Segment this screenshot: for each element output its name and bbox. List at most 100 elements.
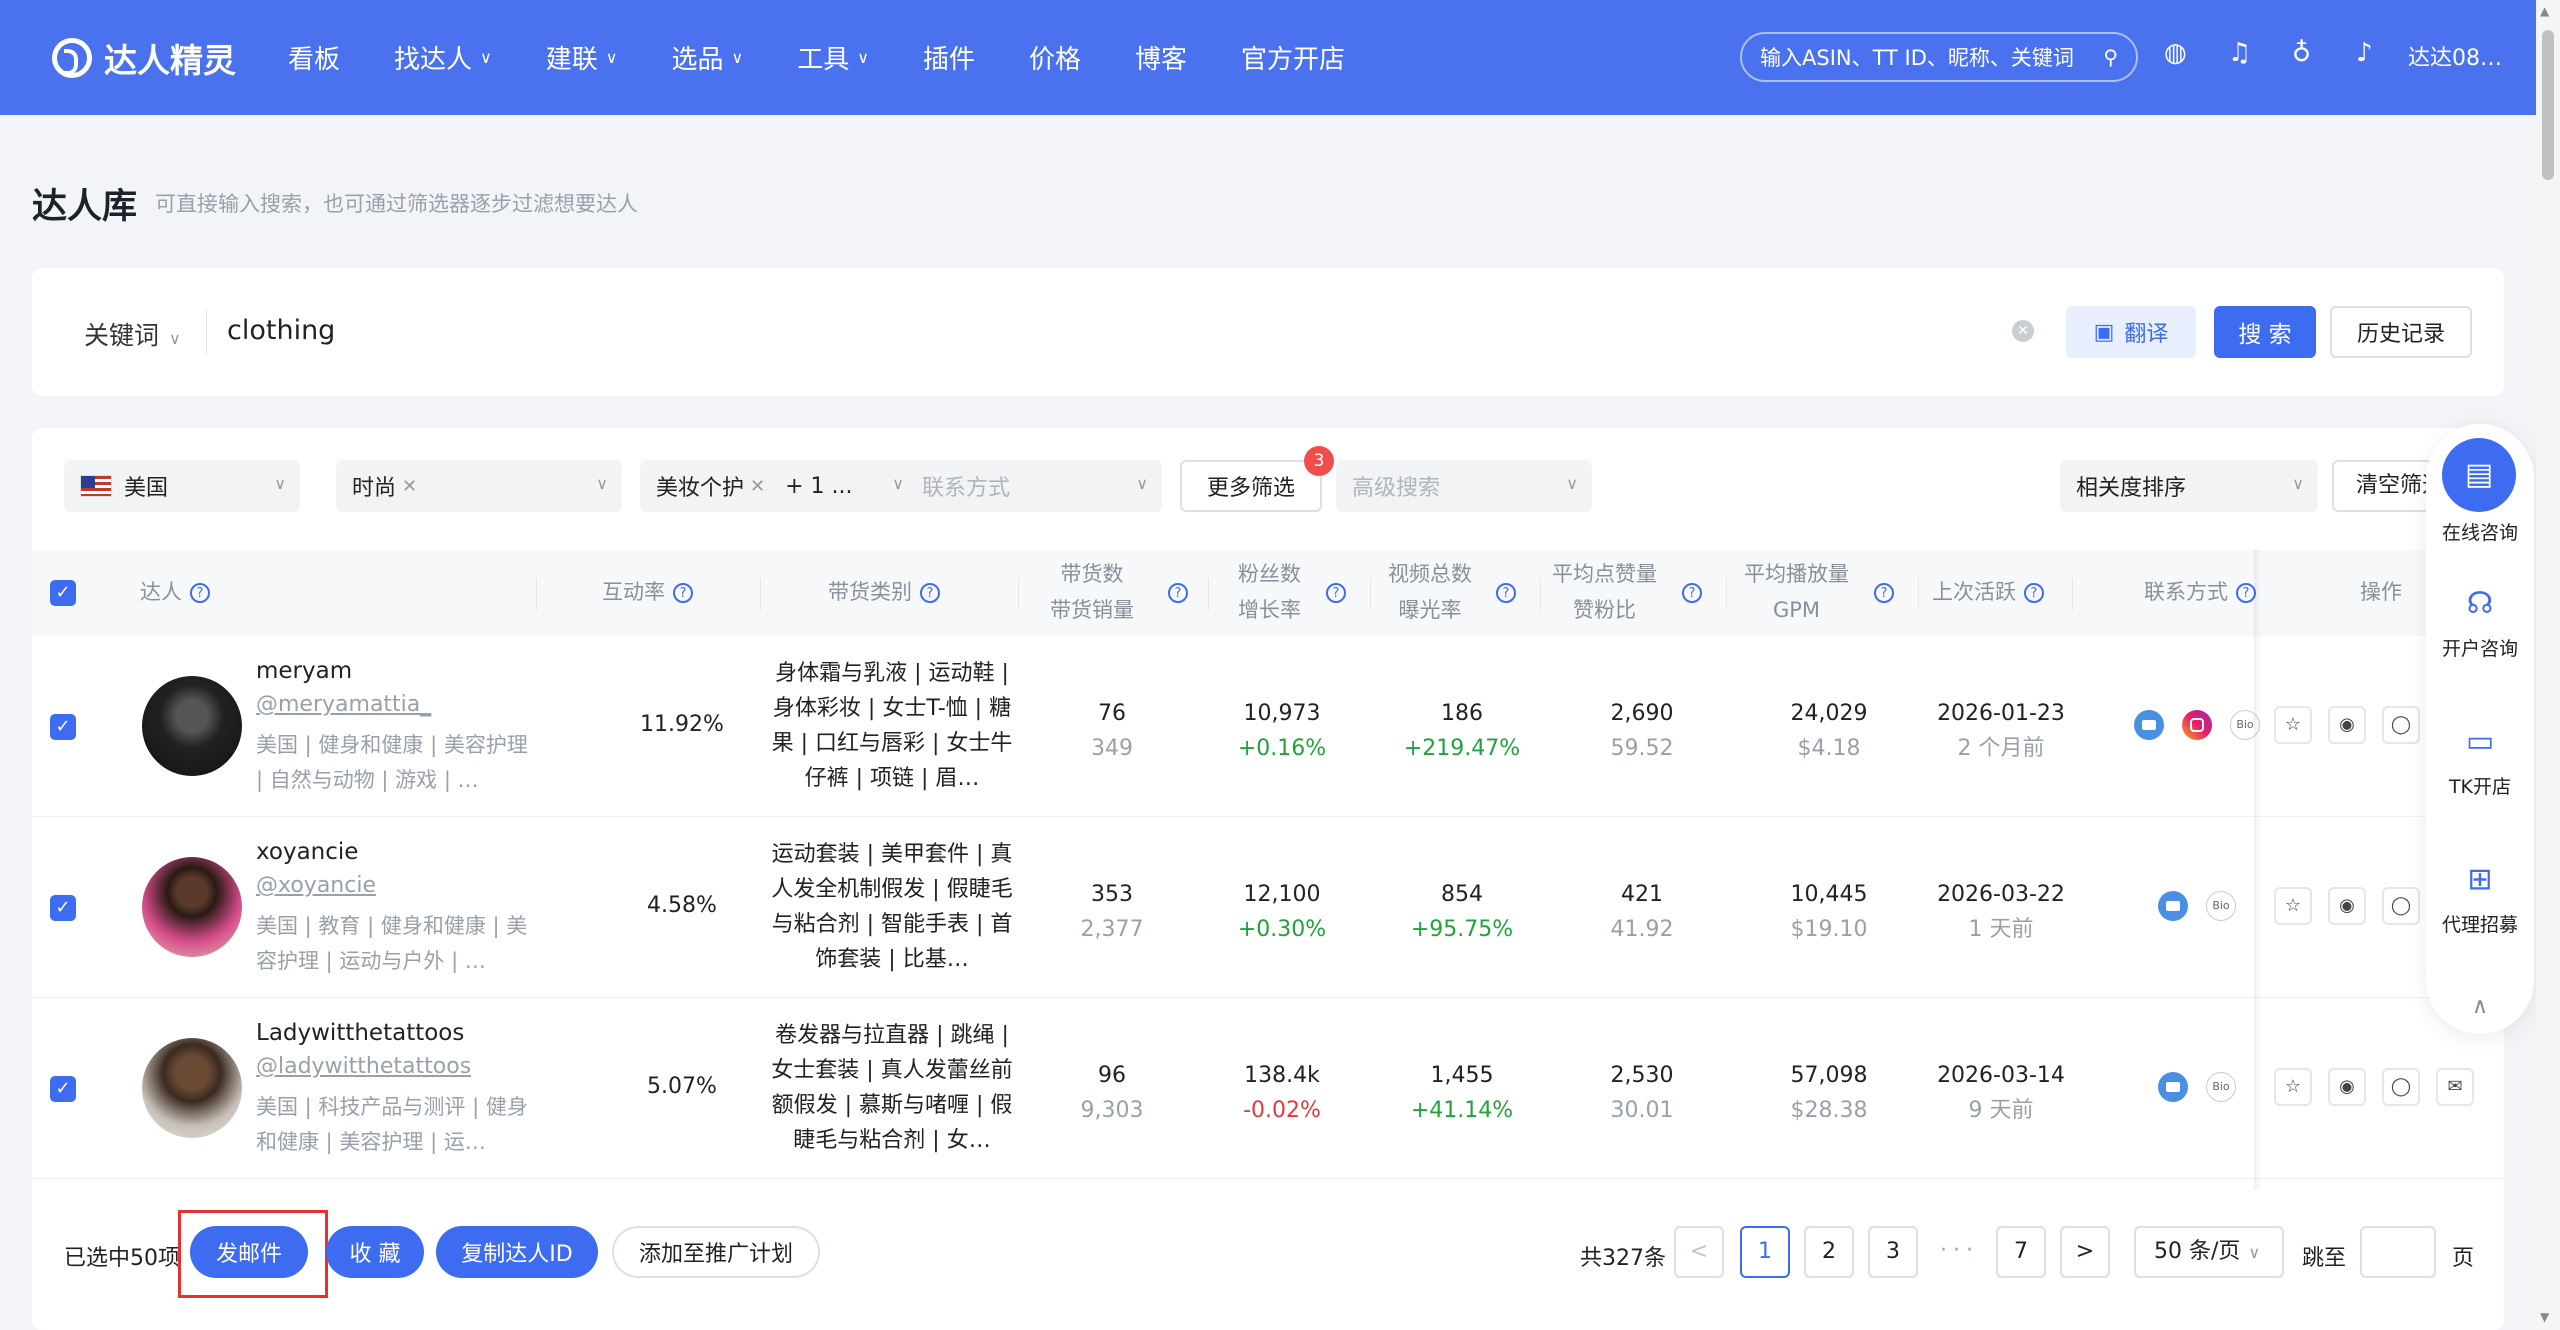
help-icon[interactable]: ?: [920, 583, 940, 603]
table-row[interactable]: ✓ meryam @meryamattia_ 美国 | 健身和健康 | 美容护理…: [32, 636, 2504, 817]
country-filter[interactable]: 美国 ∨: [64, 460, 300, 512]
col-avg-likes[interactable]: 平均点赞量 赞粉比: [1552, 556, 1657, 628]
bio-icon[interactable]: Bio: [2206, 1072, 2236, 1102]
kol-handle[interactable]: @ladywitthetattoos: [256, 1054, 471, 1079]
help-icon[interactable]: ?: [1496, 583, 1516, 603]
favorite-button[interactable]: 收 藏: [326, 1226, 424, 1278]
contact-filter[interactable]: 联系方式 ∨: [906, 460, 1162, 512]
kol-handle[interactable]: @meryamattia_: [256, 692, 431, 717]
add-to-plan-button[interactable]: 添加至推广计划: [612, 1226, 820, 1278]
nav-item-tools[interactable]: 工具 ∨: [797, 39, 869, 76]
eye-icon[interactable]: ◉: [2328, 887, 2366, 925]
help-icon[interactable]: ?: [1326, 583, 1346, 603]
category-filter[interactable]: 时尚 ✕ ∨: [336, 460, 622, 512]
chat-icon[interactable]: ▤: [2442, 438, 2516, 512]
scroll-thumb[interactable]: [2542, 30, 2554, 180]
page-1-button[interactable]: 1: [1740, 1226, 1790, 1278]
user-menu[interactable]: 达达08…: [2408, 40, 2502, 72]
chevron-up-icon[interactable]: ∧: [2426, 994, 2534, 1019]
kol-handle[interactable]: @xoyancie: [256, 873, 376, 898]
row-checkbox[interactable]: ✓: [50, 714, 76, 740]
col-videos[interactable]: 视频总数 曝光率: [1388, 556, 1472, 628]
page-3-button[interactable]: 3: [1868, 1226, 1918, 1278]
scroll-up-arrow[interactable]: ▲: [2540, 4, 2549, 18]
agent-recruit-button[interactable]: ⊞ 代理招募: [2426, 860, 2534, 937]
remove-tag-icon[interactable]: ✕: [750, 476, 765, 497]
page-2-button[interactable]: 2: [1804, 1226, 1854, 1278]
col-kol[interactable]: 达人?: [140, 574, 210, 610]
message-icon[interactable]: ◯: [2382, 706, 2420, 744]
col-last-active[interactable]: 上次活跃?: [1932, 574, 2044, 610]
col-goods[interactable]: 带货数 带货销量: [1050, 556, 1134, 628]
bulb-icon[interactable]: ♁: [2292, 38, 2311, 68]
copy-kol-id-button[interactable]: 复制达人ID: [436, 1226, 598, 1278]
page-scrollbar[interactable]: ▲ ▼: [2536, 0, 2560, 1330]
table-row[interactable]: ✓ Ladywitthetattoos @ladywitthetattoos 美…: [32, 998, 2504, 1179]
bell-icon[interactable]: ♪: [2356, 38, 2373, 68]
star-icon[interactable]: ☆: [2274, 706, 2312, 744]
help-icon[interactable]: ?: [2024, 583, 2044, 603]
avatar[interactable]: [142, 676, 242, 776]
instagram-icon[interactable]: [2182, 710, 2212, 740]
search-button[interactable]: 搜 索: [2214, 306, 2316, 358]
next-page-button[interactable]: >: [2060, 1226, 2110, 1278]
page-size-select[interactable]: 50 条/页 ∨: [2134, 1226, 2284, 1278]
help-icon[interactable]: ?: [1682, 583, 1702, 603]
col-avg-plays[interactable]: 平均播放量 GPM: [1744, 556, 1849, 628]
message-icon[interactable]: ◯: [2382, 1068, 2420, 1106]
avatar[interactable]: [142, 857, 242, 957]
nav-item-outreach[interactable]: 建联 ∨: [546, 39, 618, 76]
row-checkbox[interactable]: ✓: [50, 895, 76, 921]
sort-select[interactable]: 相关度排序 ∨: [2060, 460, 2318, 512]
nav-item-pricing[interactable]: 价格: [1029, 39, 1081, 76]
row-checkbox[interactable]: ✓: [50, 1076, 76, 1102]
globe-icon[interactable]: ◍: [2164, 38, 2187, 68]
email-icon[interactable]: [2158, 891, 2188, 921]
global-search-input[interactable]: 输入ASIN、TT ID、昵称、关键词 ⚲: [1740, 32, 2138, 82]
help-icon[interactable]: ?: [1874, 583, 1894, 603]
nav-item-plugin[interactable]: 插件: [923, 39, 975, 76]
message-icon[interactable]: ◯: [2382, 887, 2420, 925]
pagination-ellipsis[interactable]: ···: [1940, 1238, 1979, 1263]
col-category[interactable]: 带货类别?: [828, 574, 940, 610]
star-icon[interactable]: ☆: [2274, 1068, 2312, 1106]
avatar[interactable]: [142, 1038, 242, 1138]
more-filters-button[interactable]: 更多筛选: [1180, 460, 1322, 512]
nav-item-find-kol[interactable]: 找达人 ∨: [394, 39, 492, 76]
search-field-select[interactable]: 关键词 ∨: [84, 316, 181, 352]
history-button[interactable]: 历史记录: [2330, 306, 2472, 358]
nav-item-products[interactable]: 选品 ∨: [671, 39, 743, 76]
kol-name[interactable]: meryam: [256, 658, 352, 684]
prev-page-button[interactable]: <: [1674, 1226, 1724, 1278]
nav-item-dashboard[interactable]: 看板: [288, 39, 340, 76]
col-fans[interactable]: 粉丝数 增长率: [1238, 556, 1301, 628]
online-consult-button[interactable]: 在线咨询: [2426, 518, 2534, 545]
clear-icon[interactable]: ✕: [2012, 320, 2034, 342]
translate-button[interactable]: ▣ 翻译: [2066, 306, 2196, 358]
keyword-input[interactable]: clothing: [227, 315, 335, 346]
bio-icon[interactable]: Bio: [2206, 891, 2236, 921]
nav-item-official-store[interactable]: 官方开店: [1241, 39, 1345, 76]
headset-icon[interactable]: ♫: [2228, 38, 2251, 68]
help-icon[interactable]: ?: [2236, 583, 2256, 603]
email-icon[interactable]: [2158, 1072, 2188, 1102]
advanced-search-filter[interactable]: 高级搜索 ∨: [1336, 460, 1592, 512]
col-engagement[interactable]: 互动率?: [602, 574, 693, 610]
jump-page-input[interactable]: [2360, 1226, 2436, 1278]
help-icon[interactable]: ?: [1168, 583, 1188, 603]
select-all-checkbox[interactable]: ✓: [50, 580, 76, 606]
star-icon[interactable]: ☆: [2274, 887, 2312, 925]
nav-item-blog[interactable]: 博客: [1135, 39, 1187, 76]
table-row[interactable]: ✓ xoyancie @xoyancie 美国 | 教育 | 健身和健康 | 美…: [32, 817, 2504, 998]
scroll-down-arrow[interactable]: ▼: [2540, 1310, 2549, 1324]
tk-store-button[interactable]: ▭ TK开店: [2426, 722, 2534, 799]
search-icon[interactable]: ⚲: [2103, 45, 2118, 69]
mail-icon[interactable]: ✉: [2436, 1068, 2474, 1106]
email-icon[interactable]: [2134, 710, 2164, 740]
page-7-button[interactable]: 7: [1996, 1226, 2046, 1278]
kol-name[interactable]: Ladywitthetattoos: [256, 1020, 464, 1046]
account-consult-button[interactable]: ☊ 开户咨询: [2426, 584, 2534, 661]
brand-logo[interactable]: 达人精灵: [52, 34, 236, 82]
col-contact[interactable]: 联系方式?: [2144, 574, 2256, 610]
help-icon[interactable]: ?: [673, 583, 693, 603]
